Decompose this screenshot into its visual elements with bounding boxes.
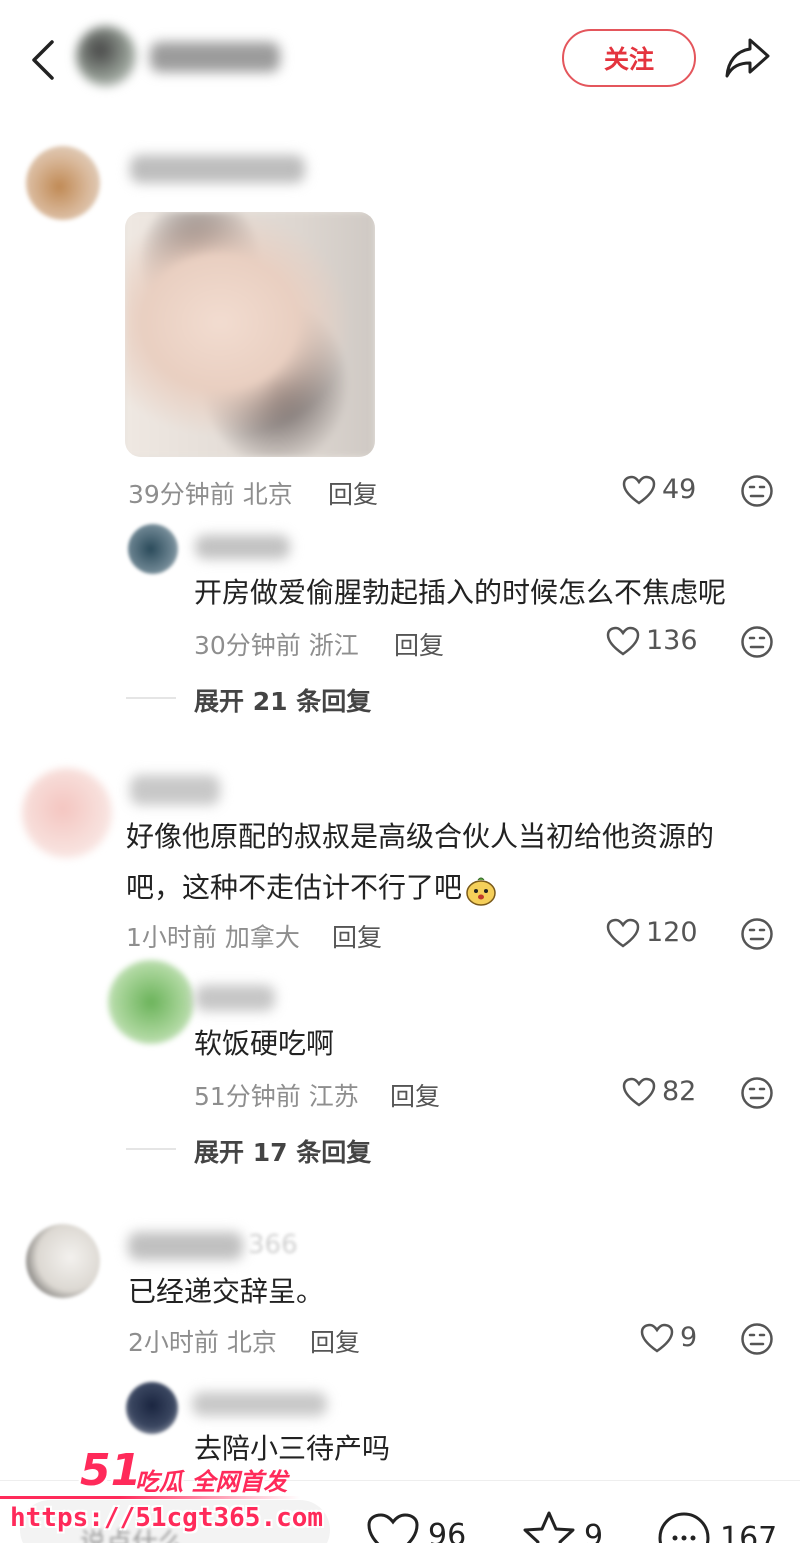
comment-meta: 30分钟前 浙江 xyxy=(194,631,359,660)
post-like-button[interactable]: 96 xyxy=(366,1512,466,1543)
comment-bubble-icon xyxy=(658,1512,710,1543)
chevron-left-icon xyxy=(32,40,54,80)
comment-meta: 51分钟前 江苏 xyxy=(194,1082,359,1111)
dislike-button[interactable] xyxy=(740,474,774,512)
dislike-button[interactable] xyxy=(740,1322,774,1360)
avatar[interactable] xyxy=(126,1382,178,1434)
avatar[interactable] xyxy=(26,1224,100,1298)
heart-icon xyxy=(640,1323,674,1353)
heart-icon xyxy=(622,475,656,505)
post-like-count: 96 xyxy=(428,1517,467,1543)
share-arrow-icon xyxy=(725,38,770,78)
commenter-name-blurred xyxy=(130,775,220,805)
dislike-button[interactable] xyxy=(740,625,774,663)
post-comment-button[interactable]: 167 xyxy=(656,1510,777,1543)
comment-text: 开房做爱偷腥勃起插入的时候怎么不焦虑呢 xyxy=(194,576,727,609)
comment-text: 吧，这种不走估计不行了吧 xyxy=(126,861,498,914)
expand-replies-button[interactable]: 展开 21 条回复 xyxy=(194,682,371,718)
meh-face-icon xyxy=(741,1077,773,1109)
commenter-name-blurred xyxy=(192,1392,327,1416)
avatar[interactable] xyxy=(108,960,194,1044)
star-icon xyxy=(523,1511,575,1543)
avatar[interactable] xyxy=(22,768,112,858)
watermark-divider xyxy=(0,1496,300,1499)
heart-icon xyxy=(606,918,640,948)
like-button[interactable]: 82 xyxy=(622,1076,696,1107)
reply-button[interactable]: 回复 xyxy=(332,918,382,954)
reply-button[interactable]: 回复 xyxy=(394,626,444,662)
commenter-name-blurred xyxy=(130,155,305,183)
commenter-name-blurred xyxy=(195,985,275,1011)
divider xyxy=(126,1148,176,1150)
like-count: 82 xyxy=(662,1076,697,1107)
comment-text-line: 吧，这种不走估计不行了吧 xyxy=(126,871,463,904)
divider xyxy=(126,697,176,699)
follow-button[interactable]: 关注 xyxy=(562,29,696,87)
like-count: 49 xyxy=(662,474,697,505)
like-button[interactable]: 9 xyxy=(640,1322,697,1353)
share-button[interactable] xyxy=(722,34,774,82)
comment-image[interactable] xyxy=(125,212,375,457)
expand-replies-button[interactable]: 展开 17 条回复 xyxy=(194,1133,371,1169)
comment-meta: 1小时前 加拿大 xyxy=(126,923,300,952)
watermark-url: https://51cgt365.com xyxy=(10,1503,324,1533)
back-button[interactable] xyxy=(24,36,64,84)
meh-face-icon xyxy=(741,475,773,507)
dislike-button[interactable] xyxy=(740,917,774,955)
watermark-logo: 51 xyxy=(80,1445,142,1496)
avatar[interactable] xyxy=(128,524,178,574)
like-count: 120 xyxy=(646,917,698,948)
emoji-icon xyxy=(464,872,498,906)
post-comment-count: 167 xyxy=(720,1520,778,1543)
post-collect-button[interactable]: 9 xyxy=(522,1510,603,1543)
author-name-blurred xyxy=(70,22,290,92)
commenter-name-suffix: 366 xyxy=(248,1230,298,1260)
comment-text: 好像他原配的叔叔是高级合伙人当初给他资源的 xyxy=(126,820,715,853)
like-count: 136 xyxy=(646,625,698,656)
meh-face-icon xyxy=(741,918,773,950)
reply-button[interactable]: 回复 xyxy=(390,1077,440,1113)
commenter-name-blurred xyxy=(195,535,290,559)
heart-icon xyxy=(367,1513,419,1543)
reply-button[interactable]: 回复 xyxy=(310,1323,360,1359)
heart-icon xyxy=(606,626,640,656)
comment-text: 已经递交辞呈。 xyxy=(128,1275,325,1308)
post-collect-count: 9 xyxy=(584,1518,604,1543)
comment-meta: 2小时前 北京 xyxy=(128,1328,277,1357)
like-count: 9 xyxy=(680,1322,698,1353)
comment-text: 软饭硬吃啊 xyxy=(194,1027,335,1060)
reply-button[interactable]: 回复 xyxy=(328,475,378,511)
heart-icon xyxy=(622,1077,656,1107)
avatar[interactable] xyxy=(26,146,100,220)
commenter-name-blurred xyxy=(128,1232,243,1260)
watermark-tagline: 吃瓜 全网首发 xyxy=(135,1468,288,1496)
dislike-button[interactable] xyxy=(740,1076,774,1114)
meh-face-icon xyxy=(741,1323,773,1355)
like-button[interactable]: 120 xyxy=(606,917,698,948)
comment-meta: 39分钟前 北京 xyxy=(128,480,293,509)
like-button[interactable]: 49 xyxy=(622,474,696,505)
like-button[interactable]: 136 xyxy=(606,625,698,656)
meh-face-icon xyxy=(741,626,773,658)
